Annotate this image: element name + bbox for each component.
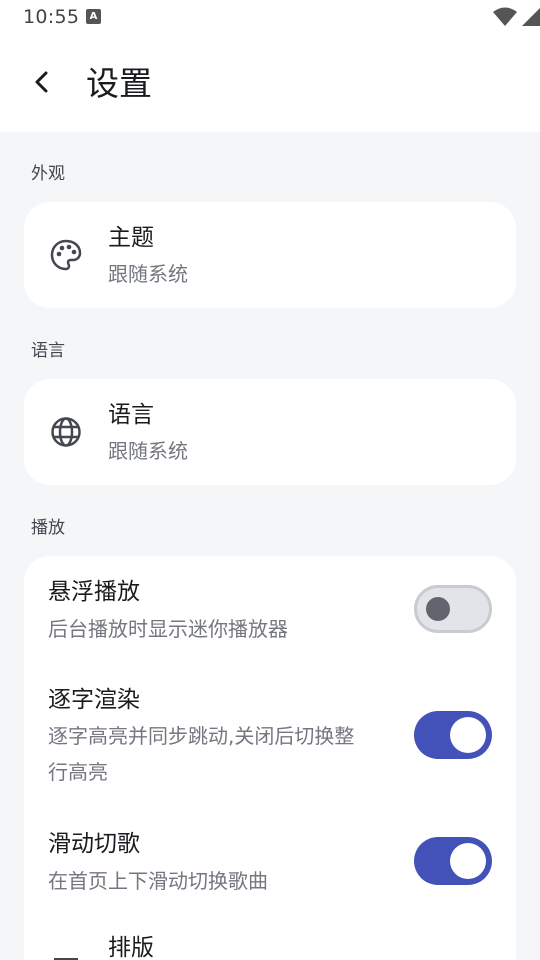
section-label-appearance: 外观: [31, 164, 65, 184]
status-time: 10:55: [23, 6, 80, 28]
theme-setting-card[interactable]: 主题 跟随系统: [24, 202, 516, 308]
back-button[interactable]: [24, 64, 60, 100]
floating-playback-subtitle: 后台播放时显示迷你播放器: [48, 617, 288, 641]
signal-icon: [522, 8, 540, 26]
floating-playback-switch[interactable]: [414, 585, 492, 633]
playback-settings-card: 悬浮播放 后台播放时显示迷你播放器 逐字渲染 逐字高亮并同步跳动,关闭后切换整 …: [24, 556, 516, 960]
section-label-language: 语言: [31, 341, 65, 361]
floating-playback-title: 悬浮播放: [48, 579, 140, 605]
word-render-subtitle-line1: 逐字高亮并同步跳动,关闭后切换整: [48, 724, 355, 748]
section-label-playback: 播放: [31, 518, 65, 538]
layout-icon: [54, 958, 78, 960]
switch-knob: [450, 717, 486, 753]
chevron-left-icon: [35, 71, 48, 93]
switch-knob: [426, 597, 450, 621]
layout-title: 排版: [108, 935, 154, 960]
wifi-icon: [493, 7, 517, 26]
swipe-switch-song-switch[interactable]: [414, 837, 492, 885]
page-title: 设置: [86, 64, 152, 103]
palette-icon-wrap: [48, 237, 84, 273]
theme-title: 主题: [108, 225, 154, 251]
language-subtitle: 跟随系统: [108, 439, 188, 463]
status-bar: 10:55 A: [0, 0, 540, 34]
globe-icon: [51, 417, 81, 447]
language-title: 语言: [108, 402, 154, 428]
word-render-subtitle-line2: 行高亮: [48, 760, 108, 784]
theme-subtitle: 跟随系统: [108, 262, 188, 286]
swipe-switch-song-subtitle: 在首页上下滑动切换歌曲: [48, 869, 268, 893]
globe-icon-wrap: [48, 414, 84, 450]
word-render-switch[interactable]: [414, 711, 492, 759]
notification-icon: A: [86, 9, 101, 24]
palette-icon: [50, 239, 82, 271]
app-bar: 设置: [0, 34, 540, 132]
layout-icon-wrap: [48, 948, 84, 960]
word-render-title: 逐字渲染: [48, 687, 140, 713]
switch-knob: [450, 843, 486, 879]
language-setting-card[interactable]: 语言 跟随系统: [24, 379, 516, 485]
swipe-switch-song-title: 滑动切歌: [48, 831, 140, 857]
